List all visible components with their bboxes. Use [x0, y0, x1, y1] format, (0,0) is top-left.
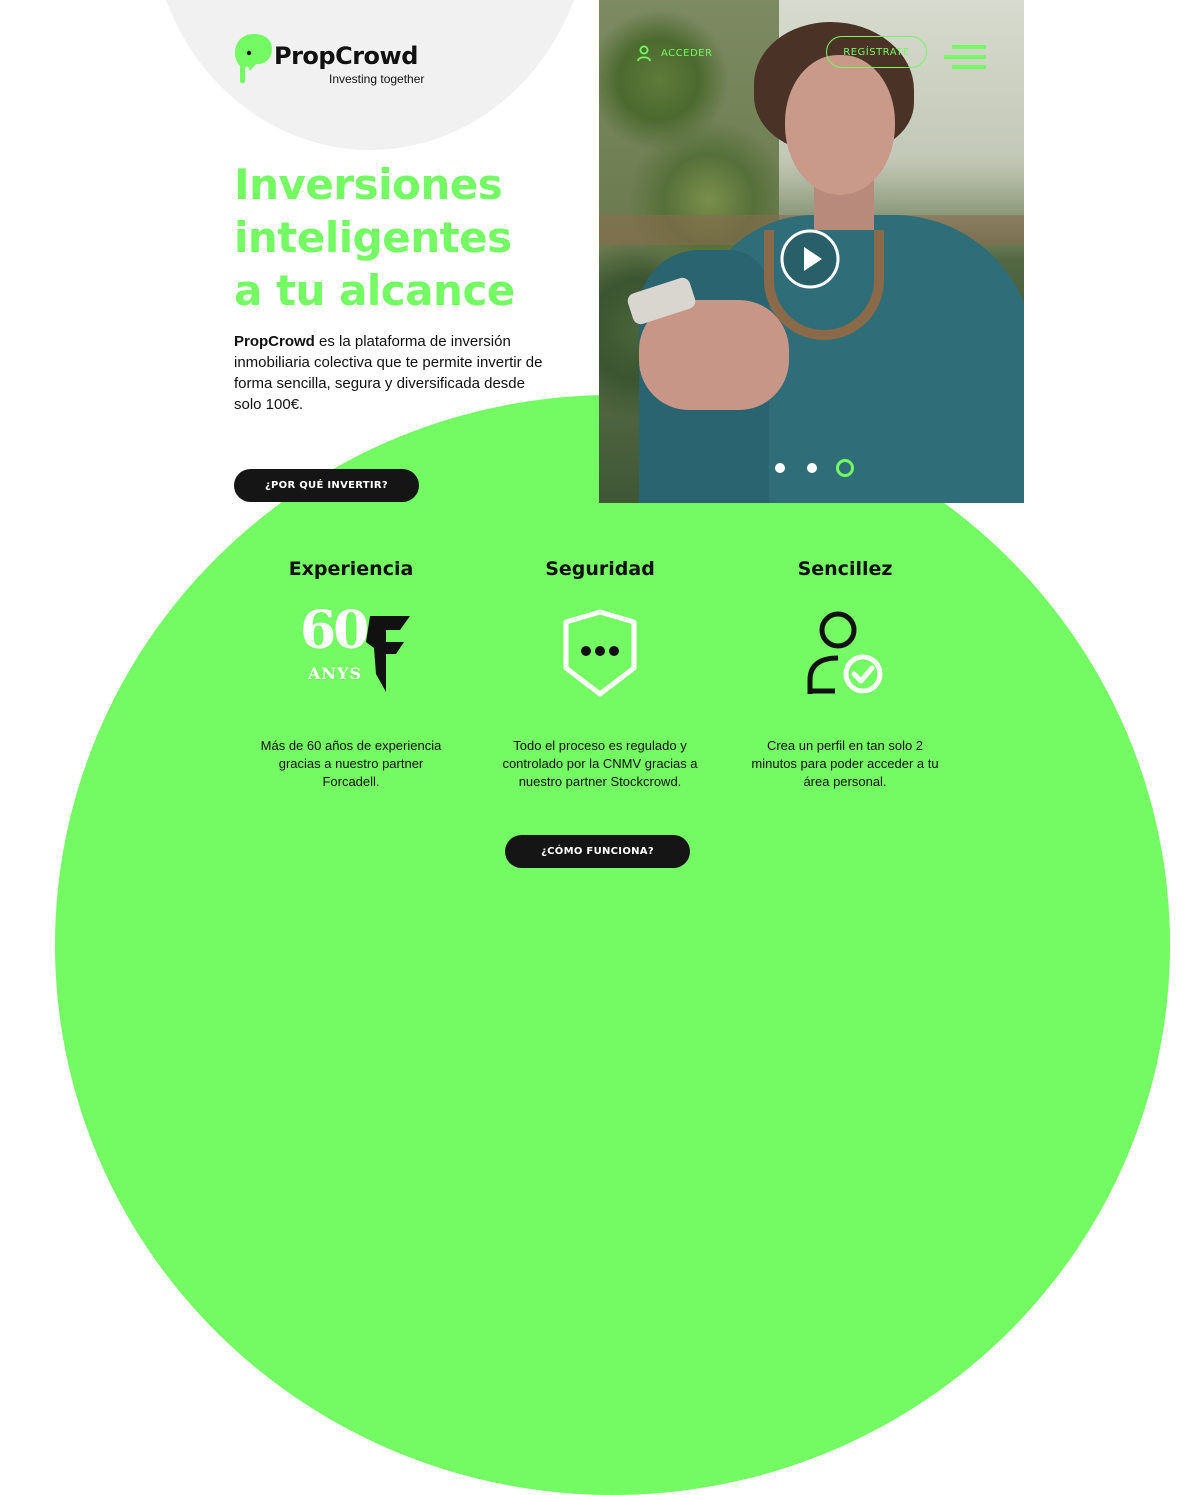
hero-description: PropCrowd es la plataforma de inversión …: [234, 331, 554, 415]
login-label: ACCEDER: [661, 47, 713, 59]
hero-title-line: inteligentes: [234, 213, 512, 262]
carousel-dot[interactable]: [775, 463, 785, 473]
hero-title: Inversiones inteligentes a tu alcance: [234, 158, 594, 317]
logo-number: 60: [300, 600, 369, 661]
hero-description-brand: PropCrowd: [234, 333, 315, 350]
play-icon[interactable]: [780, 229, 840, 289]
brand-logo[interactable]: PropCrowd Investing together: [234, 33, 434, 93]
feature-title: Seguridad: [545, 558, 655, 580]
user-check-icon: [807, 611, 883, 694]
brand-name: PropCrowd: [274, 42, 418, 70]
forcadell-f-icon: [366, 616, 410, 692]
forcadell-60-anys-logo: 60 ANYS: [236, 600, 466, 710]
carousel-dot[interactable]: [807, 463, 817, 473]
feature-experience: Experiencia 60 ANYS Más de 60 años de ex…: [236, 558, 466, 791]
hero-title-line: a tu alcance: [234, 266, 515, 315]
brand-tagline: Investing together: [329, 72, 425, 86]
feature-simplicity: Sencillez Crea un perfil en tan solo 2 m…: [730, 558, 960, 791]
shield-password-icon: [563, 609, 637, 697]
carousel-dot-active[interactable]: [836, 459, 854, 477]
elephant-logo-icon: [235, 34, 272, 84]
why-invest-button[interactable]: ¿POR QUÉ INVERTIR?: [234, 469, 419, 502]
user-icon: [637, 45, 651, 61]
feature-title: Experiencia: [288, 558, 414, 580]
feature-description: Más de 60 años de experiencia gracias a …: [260, 738, 442, 789]
how-it-works-button[interactable]: ¿CÓMO FUNCIONA?: [505, 835, 690, 868]
feature-security: Seguridad Todo el proceso es regulado y …: [485, 558, 715, 791]
login-link[interactable]: ACCEDER: [637, 44, 712, 62]
logo-text: ANYS: [308, 664, 363, 683]
hamburger-menu-icon[interactable]: [944, 43, 986, 71]
feature-description: Todo el proceso es regulado y controlado…: [502, 738, 698, 789]
feature-title: Sencillez: [797, 558, 893, 580]
carousel-dots: [773, 459, 857, 477]
hero-title-line: Inversiones: [234, 160, 503, 209]
register-button[interactable]: REGÍSTRATE: [826, 36, 927, 68]
feature-description: Crea un perfil en tan solo 2 minutos par…: [751, 738, 939, 789]
